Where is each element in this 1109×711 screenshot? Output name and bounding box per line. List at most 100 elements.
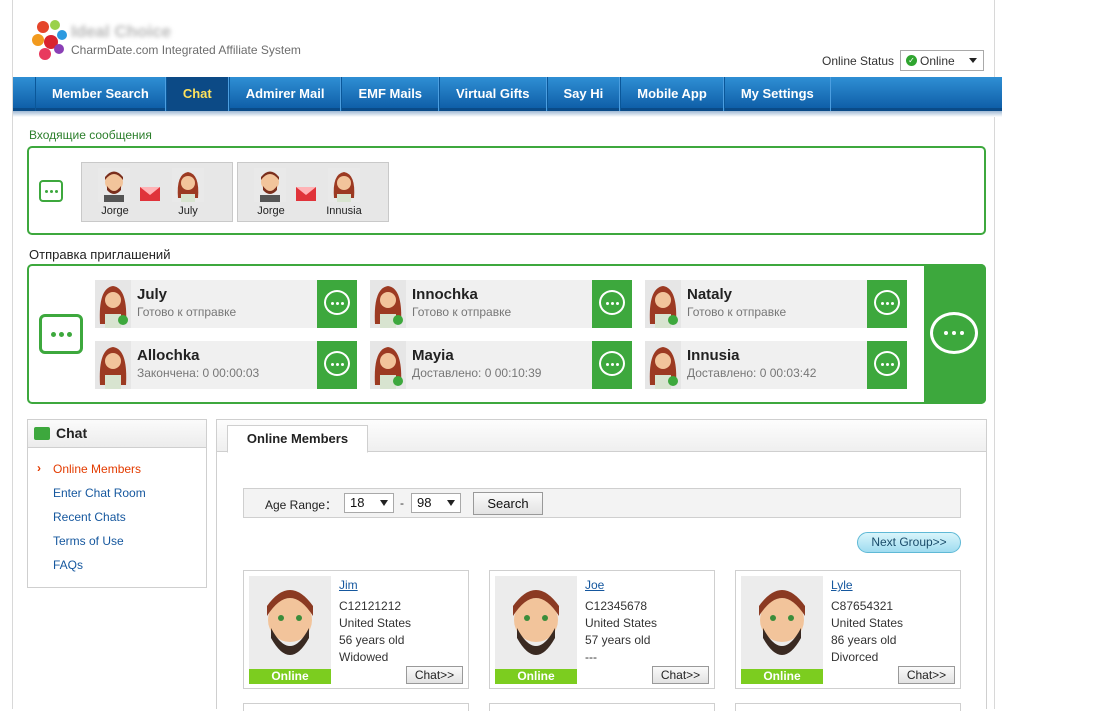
member-name-link[interactable]: Lyle	[831, 578, 853, 592]
invitee-name: July	[137, 286, 168, 303]
invitation-status: Доставлено: 0 00:10:39	[412, 366, 542, 380]
sidebar-item-enter-chat-room[interactable]: Enter Chat Room	[53, 486, 146, 500]
nav-say-hi[interactable]: Say Hi	[546, 77, 621, 111]
brand-subtitle: CharmDate.com Integrated Affiliate Syste…	[71, 43, 301, 57]
member-photo[interactable]	[249, 576, 331, 676]
nav-mobile-app[interactable]: Mobile App	[620, 77, 724, 111]
member-card-partial	[243, 703, 469, 711]
invitation-status: Готово к отправке	[137, 305, 237, 319]
member-name-link[interactable]: Joe	[585, 578, 604, 592]
sender-name: Jorge	[101, 205, 129, 217]
age-search-bar: Age Range： 18 - 98 Search	[243, 488, 961, 518]
age-max-select[interactable]: 98	[411, 493, 461, 513]
invitation-status: Готово к отправке	[687, 305, 787, 319]
send-invite-button[interactable]	[867, 341, 907, 389]
send-invite-button[interactable]	[867, 280, 907, 328]
sender-name: Jorge	[257, 205, 285, 217]
invitation-card: Mayia Доставлено: 0 00:10:39	[370, 341, 632, 389]
page: Ideal Choice CharmDate.com Integrated Af…	[12, 0, 1002, 711]
send-invite-button[interactable]	[317, 280, 357, 328]
member-id: C87654321	[831, 599, 894, 613]
nav-member-search[interactable]: Member Search	[35, 77, 166, 111]
woman-avatar-icon	[645, 280, 681, 328]
brand-title: Ideal Choice	[71, 22, 172, 41]
nav-chat[interactable]: Chat	[165, 77, 229, 111]
online-status-select[interactable]: ✓ Online	[900, 50, 984, 71]
woman-avatar-icon	[95, 280, 131, 328]
chat-bubble-icon	[930, 312, 978, 354]
chevron-down-icon	[969, 58, 977, 63]
member-photo[interactable]	[741, 576, 823, 676]
woman-avatar-icon	[95, 341, 131, 389]
nav-admirer-mail[interactable]: Admirer Mail	[228, 77, 342, 111]
chat-bubble-icon	[599, 290, 625, 315]
member-age: 56 years old	[339, 633, 405, 647]
chat-icon	[34, 427, 50, 440]
sidebar-item-recent-chats[interactable]: Recent Chats	[53, 510, 126, 524]
age-range-label: Age Range：	[265, 498, 338, 512]
chat-button[interactable]: Chat>>	[898, 666, 955, 684]
chat-bubble-icon	[599, 351, 625, 376]
woman-avatar-icon	[370, 280, 406, 328]
member-id: C12345678	[585, 599, 648, 613]
woman-avatar-icon	[172, 168, 204, 202]
age-min-select[interactable]: 18	[344, 493, 394, 513]
member-age: 57 years old	[585, 633, 651, 647]
sidebar-item-online-members[interactable]: Online Members	[53, 462, 141, 476]
recipient-name: July	[178, 205, 198, 217]
chevron-down-icon	[447, 500, 455, 506]
invitation-card: Nataly Готово к отправке	[645, 280, 907, 328]
member-name-link[interactable]: Jim	[339, 578, 358, 592]
send-invite-button[interactable]	[592, 280, 632, 328]
member-id: C12121212	[339, 599, 402, 613]
message-icon	[39, 180, 63, 202]
nav-my-settings[interactable]: My Settings	[723, 77, 831, 111]
invitee-name: Allochka	[137, 347, 200, 364]
invitation-card: Innochka Готово к отправке	[370, 280, 632, 328]
man-avatar-icon	[98, 168, 130, 202]
sidebar-item-terms-of-use[interactable]: Terms of Use	[53, 534, 124, 548]
member-marital-status: Divorced	[831, 650, 879, 664]
envelope-icon	[140, 187, 160, 201]
chat-button[interactable]: Chat>>	[406, 666, 463, 684]
nav-emf-mails[interactable]: EMF Mails	[341, 77, 440, 111]
woman-avatar-icon	[645, 341, 681, 389]
member-age: 86 years old	[831, 633, 897, 647]
active-arrow-icon: ›	[37, 461, 41, 475]
next-group-button[interactable]: Next Group>>	[857, 532, 961, 553]
envelope-icon	[296, 187, 316, 201]
woman-avatar-icon	[370, 341, 406, 389]
online-badge: Online	[249, 669, 331, 684]
member-country: United States	[585, 616, 658, 630]
member-card-partial	[735, 703, 961, 711]
age-max-value: 98	[417, 495, 432, 510]
incoming-message-card[interactable]: Jorge Innusia	[237, 162, 389, 222]
send-invite-button[interactable]	[317, 341, 357, 389]
age-min-value: 18	[350, 495, 365, 510]
online-members-panel: Online Members Age Range： 18 - 98 Search…	[216, 419, 987, 711]
search-button[interactable]: Search	[473, 492, 543, 515]
incoming-message-card[interactable]: Jorge July	[81, 162, 233, 222]
member-marital-status: Widowed	[339, 650, 389, 664]
invitation-card: Innusia Доставлено: 0 00:03:42	[645, 341, 907, 389]
check-icon: ✓	[906, 55, 917, 66]
tab-online-members[interactable]: Online Members	[227, 425, 368, 453]
invitee-name: Mayia	[412, 347, 454, 364]
recipient-name: Innusia	[326, 205, 362, 217]
member-country: United States	[831, 616, 904, 630]
chat-button[interactable]: Chat>>	[652, 666, 709, 684]
online-badge: Online	[495, 669, 577, 684]
sidebar-item-faqs[interactable]: FAQs	[53, 558, 83, 572]
online-badge: Online	[741, 669, 823, 684]
invitations-panel: July Готово к отправке Innochka Готово к…	[27, 264, 986, 404]
invitee-name: Nataly	[687, 286, 733, 303]
send-invite-button[interactable]	[592, 341, 632, 389]
nav-virtual-gifts[interactable]: Virtual Gifts	[439, 77, 547, 111]
chat-bubble-icon	[324, 290, 350, 315]
invitation-card: July Готово к отправке	[95, 280, 357, 328]
invitee-name: Innusia	[687, 347, 740, 364]
member-photo[interactable]	[495, 576, 577, 676]
member-marital-status: ---	[585, 650, 597, 664]
online-status-value: Online	[920, 53, 955, 68]
send-all-invites-button[interactable]	[924, 264, 986, 404]
